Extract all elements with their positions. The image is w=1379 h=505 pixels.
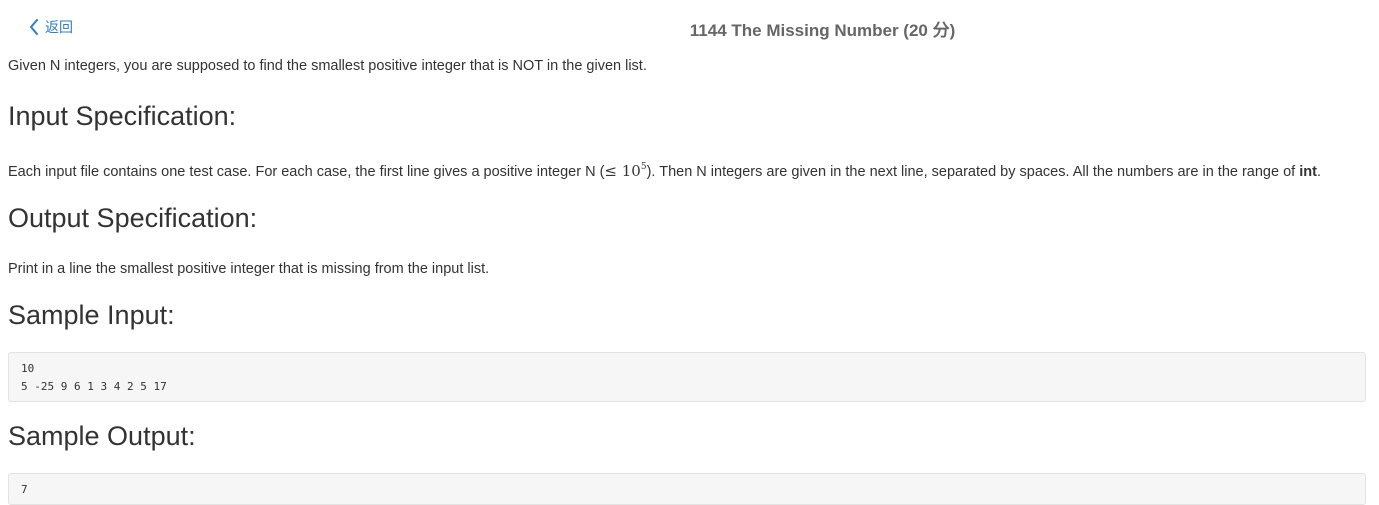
problem-content: Given N integers, you are supposed to fi… <box>8 54 1370 505</box>
sample-input-line: 5 -25 9 6 1 3 4 2 5 17 <box>21 380 167 393</box>
sample-output-line: 7 <box>21 483 28 496</box>
top-bar: 返回 1144 The Missing Number (20 分) <box>0 0 1379 52</box>
page-title: 1144 The Missing Number (20 分) <box>689 21 956 40</box>
output-spec-text: Print in a line the smallest positive in… <box>8 261 490 277</box>
input-spec-text: Each input file contains one test case. … <box>8 155 1370 184</box>
input-text-end: . <box>1316 164 1321 180</box>
sample-input-code[interactable]: 10 5 -25 9 6 1 3 4 2 5 17 <box>8 352 1366 402</box>
problem-description: Given N integers, you are supposed to fi… <box>8 58 647 74</box>
output-spec-heading: Output Specification: <box>8 203 258 233</box>
sample-input-line: 10 <box>21 362 35 375</box>
math-base: ≤ 10 <box>604 162 641 180</box>
sample-output-heading: Sample Output: <box>8 421 196 451</box>
input-text-bold: int <box>1299 164 1317 180</box>
input-text-after: ). Then N integers are given in the next… <box>646 164 1300 180</box>
input-spec-heading: Input Specification: <box>8 101 237 131</box>
input-math: ≤ 105 <box>604 162 646 180</box>
input-text-before: Each input file contains one test case. … <box>8 164 605 180</box>
sample-output-code[interactable]: 7 <box>8 473 1366 505</box>
sample-input-heading: Sample Input: <box>8 300 175 330</box>
